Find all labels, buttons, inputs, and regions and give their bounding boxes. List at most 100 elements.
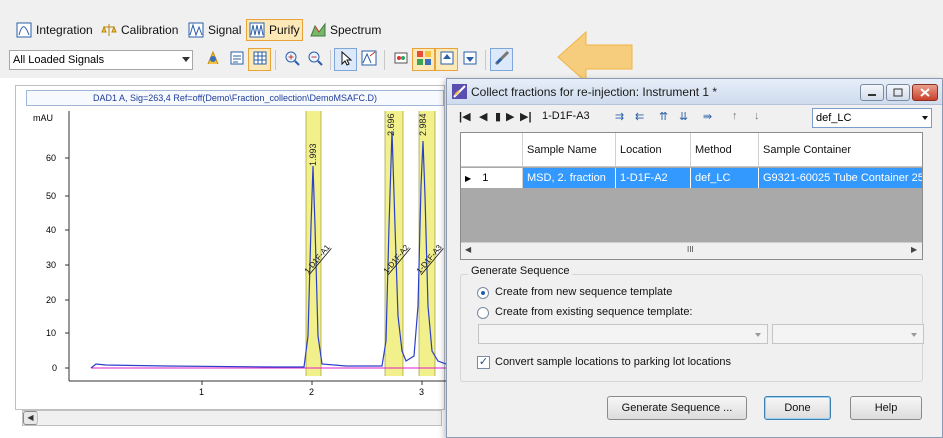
y-tick-label: 60: [46, 153, 56, 163]
select-pointer-button[interactable]: [334, 48, 357, 71]
zoom-out-button[interactable]: [303, 48, 326, 71]
cell-location[interactable]: 1-D1F-A2: [616, 168, 691, 188]
maximize-button[interactable]: [886, 84, 910, 101]
collect-fractions-button[interactable]: [490, 48, 513, 71]
cell-sample-name[interactable]: MSD, 2. fraction: [523, 168, 616, 188]
column-sample-name[interactable]: Sample Name: [523, 133, 616, 167]
nav-spectrum[interactable]: Spectrum: [308, 19, 383, 41]
y-ticks: [65, 157, 69, 369]
insert-below-icon[interactable]: ⇊: [679, 110, 688, 123]
zoom-out-icon: [307, 50, 323, 69]
column-location[interactable]: Location: [616, 133, 691, 167]
help-button[interactable]: Help: [850, 396, 922, 420]
fraction-band-a3: [419, 111, 435, 376]
insert-row-icon[interactable]: ⇉: [615, 110, 624, 123]
nav-calibration[interactable]: Calibration: [99, 19, 180, 41]
row-index: 1: [482, 172, 489, 184]
insert-above-icon[interactable]: ⇈: [659, 110, 668, 123]
minimize-button[interactable]: [860, 84, 884, 101]
x-tick-label: 3: [419, 387, 424, 397]
draw-baseline-button[interactable]: [357, 48, 380, 71]
nav-integration[interactable]: Integration: [14, 19, 95, 41]
y-tick-label: 30: [46, 260, 56, 270]
chromatogram-plot[interactable]: mAU 60 50 40 30 20 10 0 1 2 3 1.993 2.69…: [16, 106, 446, 411]
chevron-down-icon: [911, 333, 917, 337]
row-pointer-icon: ▶: [465, 174, 472, 183]
table-tool-button[interactable]: [248, 48, 271, 71]
row-index-cell[interactable]: ▶ 1: [461, 168, 523, 188]
scroll-right-icon[interactable]: ▶: [911, 245, 917, 254]
move-down-icon[interactable]: ↓: [754, 110, 760, 122]
chromatogram-scrollbar[interactable]: ◀: [22, 410, 442, 426]
arrow-down-icon: [462, 50, 478, 69]
scroll-thumb-grip[interactable]: III: [687, 245, 694, 254]
fractions-grid[interactable]: Sample Name Location Method Sample Conta…: [460, 132, 923, 260]
move-down-button[interactable]: [458, 48, 481, 71]
fill-down-icon[interactable]: ⇛: [703, 110, 712, 123]
delete-row-icon[interactable]: ⇇: [635, 110, 644, 123]
convert-locations-checkbox[interactable]: ✓: [477, 356, 490, 369]
scroll-left-icon[interactable]: ◀: [23, 411, 38, 425]
next-page-icon[interactable]: ▶: [506, 110, 514, 123]
first-record-icon[interactable]: |◀: [459, 110, 471, 123]
report-tool-button[interactable]: [225, 48, 248, 71]
pointer-icon: [338, 50, 354, 69]
move-up-button[interactable]: [435, 48, 458, 71]
fraction-tool-button[interactable]: [412, 48, 435, 71]
convert-locations-label[interactable]: Convert sample locations to parking lot …: [495, 356, 731, 368]
column-sample-container[interactable]: Sample Container: [759, 133, 922, 167]
done-button[interactable]: Done: [764, 396, 831, 420]
color-tool-button[interactable]: [389, 48, 412, 71]
peak-label: 2.984: [418, 113, 428, 136]
integrate-tool-button[interactable]: [201, 48, 224, 71]
signal-select[interactable]: All Loaded Signals: [9, 50, 193, 70]
previous-record-icon[interactable]: ◀: [479, 110, 487, 123]
peak-label: 2.696: [386, 113, 396, 136]
move-up-icon[interactable]: ↑: [732, 110, 738, 122]
toolbar-separator: [384, 50, 385, 70]
nav-label: Spectrum: [330, 23, 382, 37]
column-method[interactable]: Method: [691, 133, 759, 167]
chromatogram-toolbar: All Loaded Signals: [0, 42, 943, 78]
close-button[interactable]: [912, 84, 938, 101]
fraction-icon: [416, 50, 432, 69]
nav-purify[interactable]: Purify: [246, 19, 303, 41]
zoom-in-button[interactable]: [280, 48, 303, 71]
row-header-cell: [461, 133, 523, 167]
cell-method[interactable]: def_LC: [691, 168, 759, 188]
chevron-down-icon: [922, 116, 928, 120]
method-combo-value: def_LC: [816, 112, 852, 124]
chromatogram-panel[interactable]: DAD1 A, Sig=263,4 Ref=off(Demo\Fraction_…: [15, 85, 446, 411]
collect-fractions-icon: [494, 50, 510, 69]
toolbar-separator: [330, 50, 331, 70]
table-row[interactable]: ▶ 1 MSD, 2. fraction 1-D1F-A2 def_LC G93…: [461, 168, 922, 188]
nav-signal[interactable]: Signal: [186, 19, 243, 41]
method-combo[interactable]: def_LC: [812, 108, 932, 128]
dialog-titlebar[interactable]: Collect fractions for re-injection: Inst…: [447, 79, 942, 105]
purify-icon: [249, 22, 265, 38]
existing-template-label[interactable]: Create from existing sequence template:: [495, 306, 693, 318]
new-template-radio[interactable]: [477, 287, 489, 299]
template-version-select[interactable]: [772, 324, 924, 344]
integrate-icon: [205, 50, 221, 69]
arrow-up-icon: [439, 50, 455, 69]
generate-sequence-button[interactable]: Generate Sequence ...: [607, 396, 747, 420]
last-record-icon[interactable]: ▶|: [520, 110, 532, 123]
draw-baseline-icon: [361, 50, 377, 69]
dialog-title: Collect fractions for re-injection: Inst…: [471, 85, 718, 99]
existing-template-radio[interactable]: [477, 307, 489, 319]
grid-scrollbar[interactable]: ◀ III ▶: [461, 242, 922, 259]
new-template-label[interactable]: Create from new sequence template: [495, 286, 672, 298]
y-tick-label: 40: [46, 225, 56, 235]
y-tick-label: 20: [46, 295, 56, 305]
nav-label: Integration: [36, 23, 93, 37]
chromatogram-header: DAD1 A, Sig=263,4 Ref=off(Demo\Fraction_…: [26, 90, 444, 106]
scroll-left-icon[interactable]: ◀: [465, 245, 471, 254]
view-tabs-bar: Integration Calibration Signal Purify Sp…: [0, 0, 943, 42]
x-tick-label: 2: [309, 387, 314, 397]
template-select[interactable]: [478, 324, 768, 344]
previous-page-icon[interactable]: ▮: [495, 110, 501, 123]
cell-sample-container[interactable]: G9321-60025 Tube Container 25 x: [759, 168, 922, 188]
spectrum-icon: [310, 22, 326, 38]
toolbar-separator: [485, 50, 486, 70]
